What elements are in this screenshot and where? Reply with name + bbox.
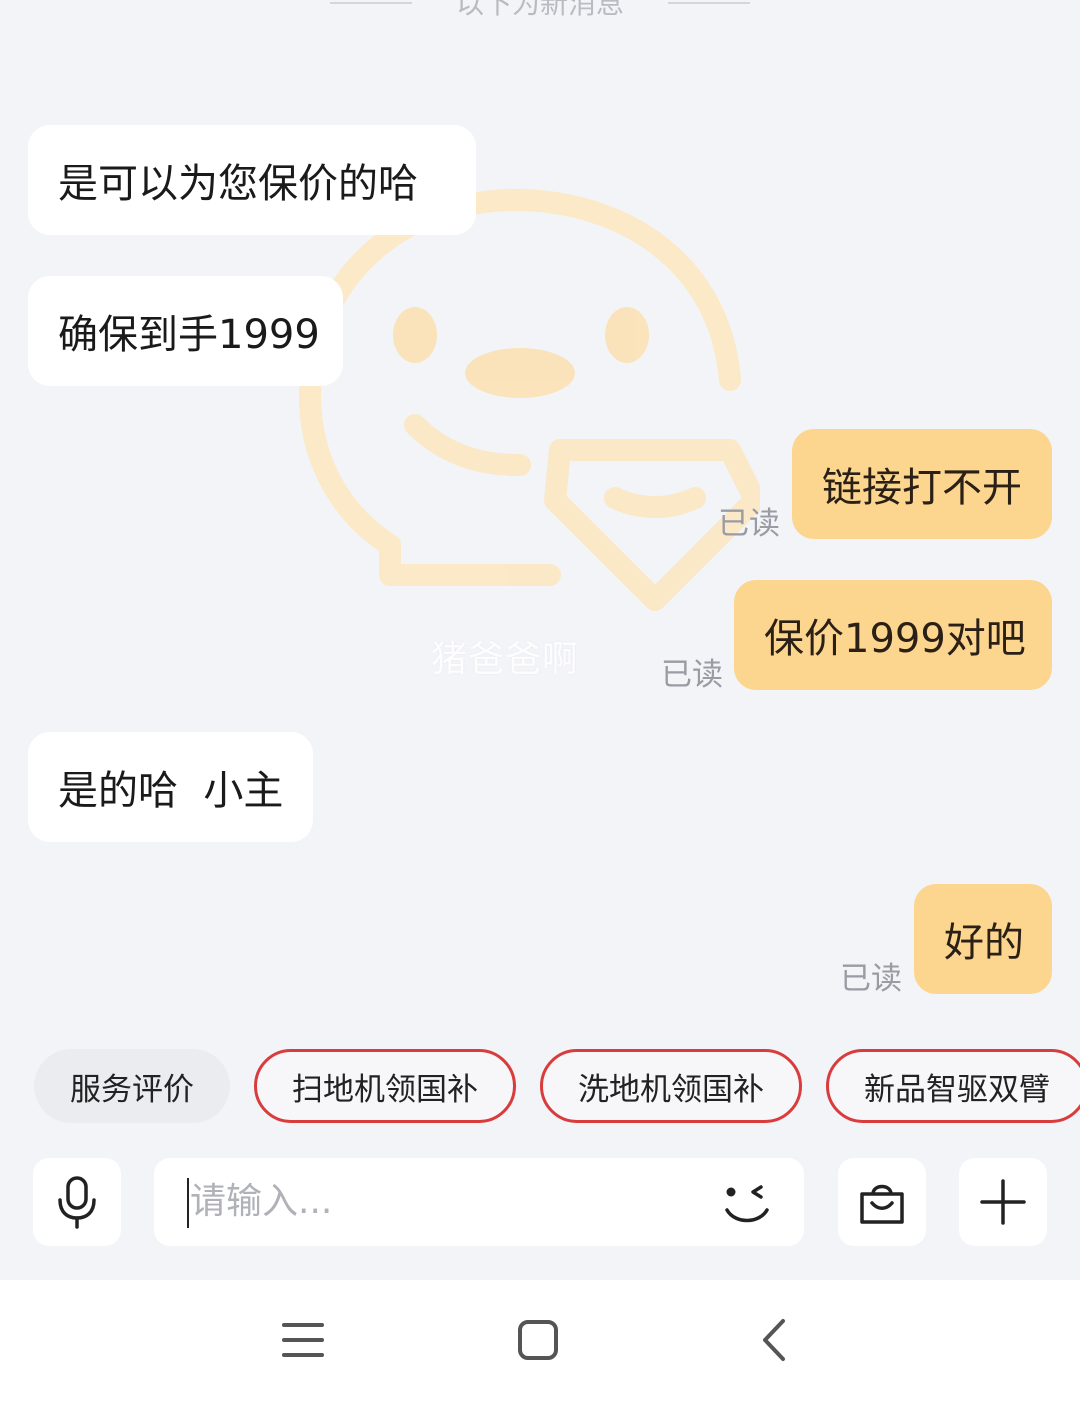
- microphone-icon: [58, 1176, 96, 1229]
- input-placeholder: 请输入...: [190, 1181, 333, 1222]
- read-status: 已读: [840, 961, 902, 997]
- text-caret: [187, 1178, 189, 1228]
- plus-icon: [980, 1179, 1026, 1225]
- message-bubble-incoming[interactable]: 确保到手1999: [28, 276, 343, 386]
- menu-icon: [282, 1323, 324, 1357]
- back-icon: [763, 1319, 785, 1361]
- message-input[interactable]: 请输入...: [154, 1158, 804, 1246]
- home-button[interactable]: [498, 1308, 578, 1372]
- message-bubble-outgoing[interactable]: 保价1999对吧: [734, 580, 1052, 690]
- quick-reply-service-rating[interactable]: 服务评价: [34, 1049, 230, 1123]
- input-bar: 请输入...: [0, 1158, 1080, 1246]
- message-bubble-incoming[interactable]: 是可以为您保价的哈: [28, 125, 476, 235]
- back-button[interactable]: [734, 1308, 814, 1372]
- more-button[interactable]: [959, 1158, 1047, 1246]
- message-bubble-outgoing[interactable]: 好的: [914, 884, 1052, 994]
- divider-label: 以下为新消息: [455, 0, 624, 20]
- quick-reply-new-product[interactable]: 新品智驱双臂: [826, 1049, 1080, 1123]
- message-bubble-outgoing[interactable]: 链接打不开: [792, 429, 1052, 539]
- home-icon: [518, 1320, 558, 1360]
- new-messages-divider: 以下为新消息: [0, 0, 1080, 40]
- mascot-chat-icon: [299, 189, 760, 611]
- quick-reply-mopper-subsidy[interactable]: 洗地机领国补: [540, 1049, 802, 1123]
- voice-button[interactable]: [33, 1158, 121, 1246]
- quick-reply-sweeper-subsidy[interactable]: 扫地机领国补: [254, 1049, 516, 1123]
- divider-line-right: [668, 2, 750, 4]
- menu-button[interactable]: [263, 1308, 343, 1372]
- read-status: 已读: [718, 506, 780, 542]
- shop-button[interactable]: [838, 1158, 926, 1246]
- read-status: 已读: [661, 657, 723, 693]
- shopping-bag-icon: [860, 1184, 904, 1224]
- system-navigation-bar: [0, 1280, 1080, 1409]
- wink-emoji-icon[interactable]: [719, 1180, 775, 1228]
- watermark-text: 猪爸爸啊: [430, 639, 579, 680]
- message-bubble-incoming[interactable]: 是的哈 小主: [28, 732, 313, 842]
